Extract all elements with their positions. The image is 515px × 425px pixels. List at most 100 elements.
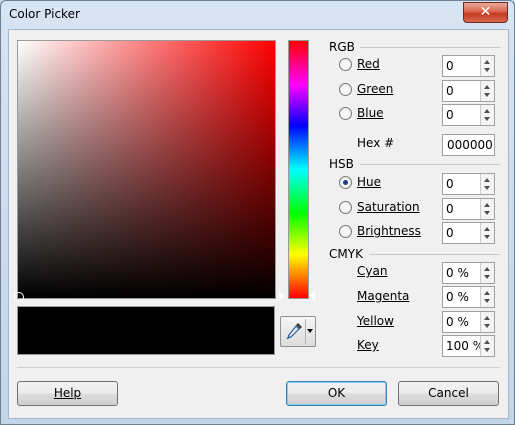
green-radio[interactable] xyxy=(339,83,352,96)
magenta-value[interactable]: 0 % xyxy=(446,290,469,304)
brightness-spinbox[interactable]: 0 xyxy=(442,222,495,244)
saturation-value[interactable]: 0 xyxy=(446,202,454,216)
cmyk-group: CMYK xyxy=(329,247,500,261)
ok-button[interactable]: OK xyxy=(286,381,387,406)
spin-up-icon[interactable] xyxy=(484,85,490,89)
spin-up-icon[interactable] xyxy=(484,267,490,271)
color-picker-window: Color Picker ✕ RGB Red 0 Green 0 Blue 0 … xyxy=(0,0,515,425)
blue-spin-buttons[interactable] xyxy=(480,105,494,125)
key-value[interactable]: 100 % xyxy=(446,339,484,353)
saturation-radio[interactable] xyxy=(339,201,352,214)
color-preview xyxy=(17,306,275,355)
spin-up-icon[interactable] xyxy=(484,60,490,64)
color-field-marker[interactable] xyxy=(14,292,24,302)
close-button[interactable]: ✕ xyxy=(463,2,508,23)
magenta-spin-buttons[interactable] xyxy=(480,287,494,307)
yellow-value[interactable]: 0 % xyxy=(446,315,469,329)
red-spin-buttons[interactable] xyxy=(480,56,494,76)
cancel-button[interactable]: Cancel xyxy=(398,381,499,406)
spin-up-icon[interactable] xyxy=(484,203,490,207)
dialog-body: RGB Red 0 Green 0 Blue 0 Hex # 000000 HS… xyxy=(8,29,509,419)
saturation-label: Saturation xyxy=(357,200,420,214)
cmyk-group-divider xyxy=(369,254,500,255)
brightness-label: Brightness xyxy=(357,224,421,238)
spin-down-icon[interactable] xyxy=(484,117,490,121)
hsb-group-label: HSB xyxy=(329,157,354,171)
cyan-value[interactable]: 0 % xyxy=(446,266,469,280)
cyan-spin-buttons[interactable] xyxy=(480,263,494,283)
cmyk-group-label: CMYK xyxy=(329,247,363,261)
spin-down-icon[interactable] xyxy=(484,324,490,328)
yellow-label: Yellow xyxy=(357,314,394,328)
hue-spinbox[interactable]: 0 xyxy=(442,173,495,195)
red-value[interactable]: 0 xyxy=(446,59,454,73)
spin-down-icon[interactable] xyxy=(484,299,490,303)
magenta-label: Magenta xyxy=(357,289,410,303)
blue-value[interactable]: 0 xyxy=(446,108,454,122)
hue-slider-left-arrow-icon[interactable] xyxy=(279,291,285,301)
hsb-group-divider xyxy=(360,164,500,165)
key-spinbox[interactable]: 100 % xyxy=(442,335,495,357)
spin-down-icon[interactable] xyxy=(484,186,490,190)
cyan-spinbox[interactable]: 0 % xyxy=(442,262,495,284)
spin-down-icon[interactable] xyxy=(484,348,490,352)
green-value[interactable]: 0 xyxy=(446,84,454,98)
hex-label: Hex # xyxy=(357,136,395,150)
brightness-radio[interactable] xyxy=(339,225,352,238)
magenta-spinbox[interactable]: 0 % xyxy=(442,286,495,308)
spin-up-icon[interactable] xyxy=(484,178,490,182)
hue-label: Hue xyxy=(357,175,382,189)
saturation-spin-buttons[interactable] xyxy=(480,199,494,219)
spin-down-icon[interactable] xyxy=(484,275,490,279)
hex-value[interactable]: 000000 xyxy=(447,138,493,152)
close-icon: ✕ xyxy=(479,4,492,20)
hue-spin-buttons[interactable] xyxy=(480,174,494,194)
spin-down-icon[interactable] xyxy=(484,211,490,215)
spin-up-icon[interactable] xyxy=(484,109,490,113)
yellow-spinbox[interactable]: 0 % xyxy=(442,311,495,333)
blue-radio[interactable] xyxy=(339,107,352,120)
brightness-spin-buttons[interactable] xyxy=(480,223,494,243)
help-button-label: Help xyxy=(53,386,82,400)
rgb-group-label: RGB xyxy=(329,40,355,54)
rgb-group-divider xyxy=(360,47,500,48)
red-label: Red xyxy=(357,57,380,71)
key-label: Key xyxy=(357,338,379,352)
hue-value[interactable]: 0 xyxy=(446,177,454,191)
spin-down-icon[interactable] xyxy=(484,235,490,239)
pipette-button[interactable] xyxy=(280,316,316,347)
red-radio[interactable] xyxy=(339,58,352,71)
hue-slider[interactable] xyxy=(288,40,309,299)
cyan-label: Cyan xyxy=(357,264,388,278)
spin-up-icon[interactable] xyxy=(484,340,490,344)
spin-up-icon[interactable] xyxy=(484,316,490,320)
help-button[interactable]: Help xyxy=(17,381,118,406)
rgb-group: RGB xyxy=(329,40,500,54)
cancel-button-label: Cancel xyxy=(428,386,469,400)
hex-field[interactable]: 000000 xyxy=(442,134,495,156)
hsb-group: HSB xyxy=(329,157,500,171)
spin-down-icon[interactable] xyxy=(484,68,490,72)
brightness-value[interactable]: 0 xyxy=(446,226,454,240)
green-spin-buttons[interactable] xyxy=(480,81,494,101)
hue-slider-right-arrow-icon[interactable] xyxy=(309,291,315,301)
key-spin-buttons[interactable] xyxy=(480,336,494,356)
yellow-spin-buttons[interactable] xyxy=(480,312,494,332)
window-title: Color Picker xyxy=(9,7,80,21)
blue-label: Blue xyxy=(357,106,384,120)
blue-spinbox[interactable]: 0 xyxy=(442,104,495,126)
ok-button-label: OK xyxy=(327,386,346,400)
title-bar: Color Picker ✕ xyxy=(1,1,514,29)
button-separator xyxy=(17,367,500,368)
green-label: Green xyxy=(357,82,394,96)
green-spinbox[interactable]: 0 xyxy=(442,80,495,102)
spin-up-icon[interactable] xyxy=(484,227,490,231)
spin-down-icon[interactable] xyxy=(484,93,490,97)
red-spinbox[interactable]: 0 xyxy=(442,55,495,77)
pipette-icon xyxy=(286,323,302,340)
hue-radio[interactable] xyxy=(339,176,352,189)
spin-up-icon[interactable] xyxy=(484,291,490,295)
saturation-spinbox[interactable]: 0 xyxy=(442,198,495,220)
chevron-down-icon[interactable] xyxy=(307,329,313,333)
color-field[interactable] xyxy=(17,40,276,299)
